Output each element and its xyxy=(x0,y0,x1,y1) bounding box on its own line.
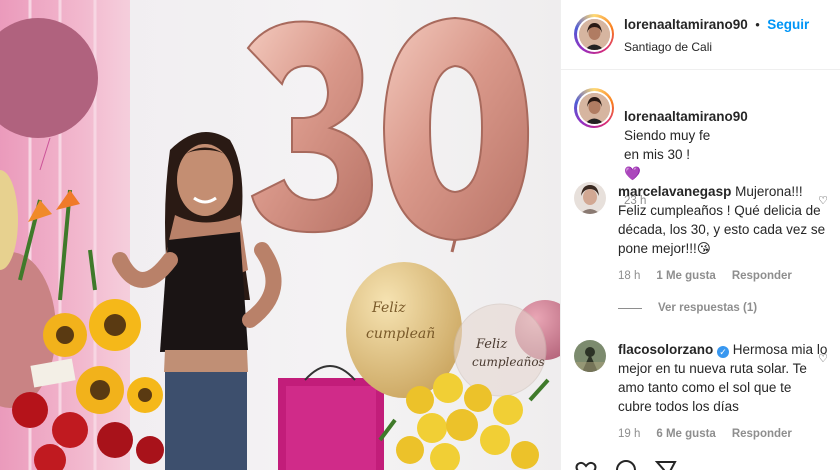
comment-username[interactable]: flacosolorzano xyxy=(618,342,713,357)
comment-time[interactable]: 19 h xyxy=(618,428,640,440)
purple-heart-emoji: 💜 xyxy=(624,166,641,181)
comment-item: marcelavanegasp Mujerona!!! Feliz cumple… xyxy=(574,182,840,282)
comment-icon[interactable] xyxy=(614,458,638,470)
caption-username[interactable]: lorenaaltamirano90 xyxy=(624,109,748,124)
balloon-text-cumpleanos: cumpleañ xyxy=(366,326,435,342)
header-separator: • xyxy=(755,17,760,32)
reply-button[interactable]: Responder xyxy=(732,270,792,282)
view-replies-row[interactable]: Ver respuestas (1) xyxy=(618,302,840,314)
post-header: lorenaaltamirano90 • Seguir Santiago de … xyxy=(561,0,840,70)
view-replies-link[interactable]: Ver respuestas (1) xyxy=(658,302,757,314)
comment-likes[interactable]: 6 Me gusta xyxy=(656,428,715,440)
comment-likes[interactable]: 1 Me gusta xyxy=(656,270,715,282)
clear-balloon-text-feliz: Feliz xyxy=(475,337,507,352)
commenter-avatar[interactable] xyxy=(574,182,606,214)
follow-button[interactable]: Seguir xyxy=(767,17,809,32)
post-viewer: Feliz cumpleañ Feliz cumpleaños lorenaal… xyxy=(0,0,840,470)
reply-button[interactable]: Responder xyxy=(732,428,792,440)
like-comment-heart-icon[interactable]: ♡ xyxy=(818,352,828,365)
like-comment-heart-icon[interactable]: ♡ xyxy=(818,194,828,207)
caption-text: Siendo muy fe en mis 30 ! xyxy=(624,128,711,162)
caption-avatar[interactable] xyxy=(574,88,614,128)
balloon-text-feliz: Feliz xyxy=(371,300,406,316)
comment-item: flacosolorzano ✓ Hermosa mia lo mejor en… xyxy=(574,340,840,440)
verified-badge-icon: ✓ xyxy=(717,346,730,358)
photo-illustration: Feliz cumpleañ Feliz cumpleaños xyxy=(0,0,560,470)
heart-icon[interactable] xyxy=(574,458,598,470)
author-avatar[interactable] xyxy=(574,14,614,54)
post-photo[interactable]: Feliz cumpleañ Feliz cumpleaños xyxy=(0,0,560,470)
author-username[interactable]: lorenaaltamirano90 xyxy=(624,17,748,32)
comment-username[interactable]: marcelavanegasp xyxy=(618,184,731,199)
post-side-panel: lorenaaltamirano90 • Seguir Santiago de … xyxy=(560,0,840,470)
action-bar xyxy=(574,458,678,470)
comment-time[interactable]: 18 h xyxy=(618,270,640,282)
kiss-emoji: 😘 xyxy=(696,241,711,256)
replies-divider xyxy=(618,307,642,309)
share-icon[interactable] xyxy=(654,458,678,470)
commenter-avatar[interactable] xyxy=(574,340,606,372)
post-location[interactable]: Santiago de Cali xyxy=(624,40,809,54)
clear-balloon-text-cumpleanos: cumpleaños xyxy=(472,355,545,369)
